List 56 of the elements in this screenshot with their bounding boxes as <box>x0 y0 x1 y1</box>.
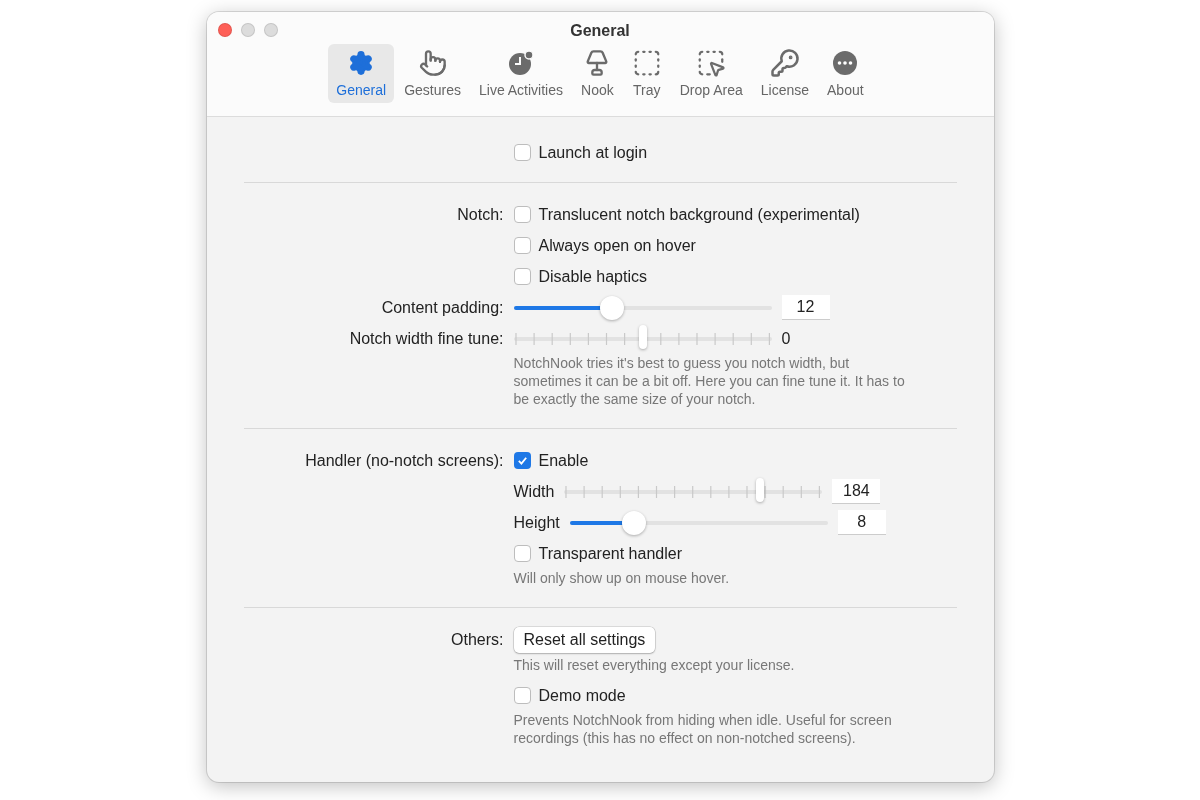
slider[interactable] <box>564 480 823 503</box>
key-icon <box>769 48 800 78</box>
close-button[interactable] <box>217 23 232 37</box>
value-reading: 0 <box>781 329 791 348</box>
setting-caption: Handler (no-notch screens): <box>304 451 504 470</box>
window-title: General <box>570 22 630 40</box>
help-text: Will only show up on mouse hover. <box>513 569 731 587</box>
slider-thumb[interactable] <box>638 324 647 349</box>
checkbox-label[interactable]: Enable <box>538 451 589 470</box>
setting-caption: Notch: <box>456 205 504 224</box>
toolbar-tab[interactable]: About <box>819 44 872 103</box>
slider[interactable] <box>569 511 828 534</box>
checkbox[interactable] <box>513 268 531 285</box>
reset-button[interactable]: Reset all settings <box>513 627 656 653</box>
value-field[interactable]: 184 <box>832 479 881 504</box>
checkbox-label[interactable]: Demo mode <box>538 686 626 705</box>
slider-thumb[interactable] <box>756 477 765 502</box>
ellipsis-circle-icon <box>831 48 860 78</box>
clock-badge-icon <box>507 48 535 78</box>
toolbar-tab[interactable]: Nook <box>573 44 622 103</box>
checkbox[interactable] <box>513 687 531 704</box>
toolbar-tab[interactable]: Drop Area <box>671 44 751 103</box>
checkbox-label[interactable]: Transparent handler <box>538 544 682 563</box>
checkbox-label[interactable]: Disable haptics <box>538 267 647 286</box>
setting-caption: Content padding: <box>380 298 504 317</box>
slider-label: Width <box>513 482 555 501</box>
slider-label: Height <box>513 513 560 532</box>
checkbox-label[interactable]: Translucent notch background (experimental) <box>538 205 860 224</box>
pointing-hand-icon <box>418 48 447 78</box>
checkmark-icon <box>516 455 528 466</box>
checkbox[interactable] <box>513 144 531 161</box>
slider[interactable] <box>513 327 772 350</box>
slider-thumb[interactable] <box>622 510 647 535</box>
value-field[interactable]: 8 <box>837 510 886 535</box>
checkbox[interactable] <box>513 452 531 469</box>
slider-thumb[interactable] <box>599 295 624 320</box>
setting-caption: Notch width fine tune: <box>348 329 504 348</box>
checkbox-label[interactable]: Always open on hover <box>538 236 696 255</box>
help-text: Prevents NotchNook from hiding when idle. Useful for screen recordings (this has no effect on non-notched screens). <box>513 711 893 747</box>
checkbox[interactable] <box>513 237 531 254</box>
toolbar-tab[interactable]: General <box>328 44 395 103</box>
toolbar-tab[interactable]: Tray <box>623 44 670 103</box>
checkbox-label[interactable]: Launch at login <box>538 143 648 162</box>
setting-caption: Others: <box>450 631 504 649</box>
checkbox[interactable] <box>513 206 531 223</box>
slider[interactable] <box>513 296 772 319</box>
help-text: This will reset everything except your license. <box>513 656 796 674</box>
toolbar-tab[interactable]: License <box>752 44 818 103</box>
help-text: NotchNook tries it's best to guess you notch width, but sometimes it can be a bit off. Here you can fine tune it. It has to be exactly the same size of your notch. <box>513 354 906 408</box>
zoom-button[interactable] <box>263 23 278 37</box>
dashed-square-cursor-icon <box>696 48 727 78</box>
minimize-button[interactable] <box>240 23 255 37</box>
checkbox[interactable] <box>513 545 531 562</box>
toolbar-tab[interactable]: Live Activities <box>471 44 572 103</box>
toolbar-tab[interactable]: Gestures <box>396 44 469 103</box>
value-field[interactable]: 12 <box>781 295 830 320</box>
